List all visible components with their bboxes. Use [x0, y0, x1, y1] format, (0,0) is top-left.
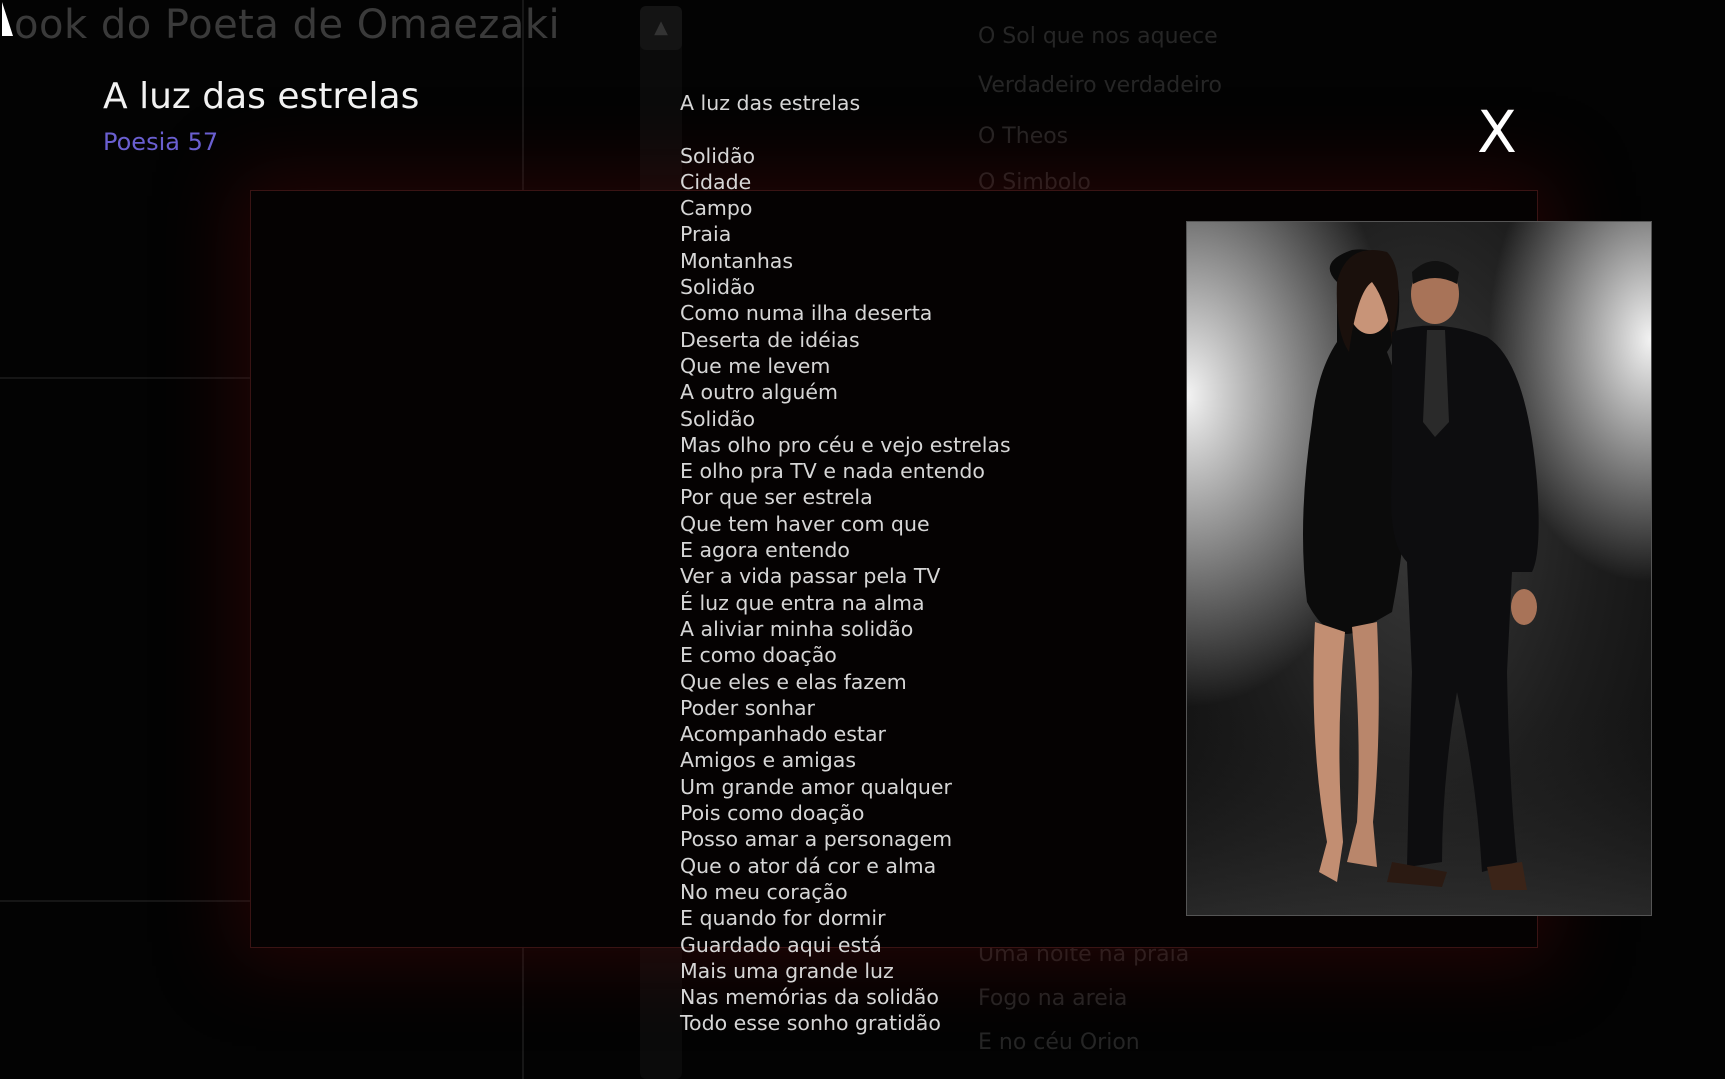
poem-line: No meu coração	[680, 879, 848, 904]
poem-line: Amigos e amigas	[680, 748, 857, 773]
poem-line: Solidão	[680, 406, 756, 431]
poem-line: É luz que entra na alma	[680, 590, 925, 615]
poem-line: Pois como doação	[680, 801, 865, 826]
poem-line: Praia	[680, 222, 732, 247]
poem-heading: A luz das estrelas	[680, 91, 861, 115]
poem-line: E olho pra TV e nada entendo	[680, 459, 985, 484]
photo-illustration	[1187, 222, 1651, 915]
background-link[interactable]: O Sol que nos aquece	[978, 24, 1218, 49]
poem-line: Solidão	[680, 143, 756, 168]
poem-line: Deserta de idéias	[680, 327, 860, 352]
poem-line: Como numa ilha deserta	[680, 301, 933, 326]
mouse-cursor-icon	[2, 2, 24, 36]
site-title: ook do Poeta de Omaezaki	[14, 2, 561, 48]
poem-text: A luz das estrelas Solidão Cidade Campo …	[680, 90, 1011, 1037]
poem-line: Todo esse sonho gratidão	[680, 1011, 941, 1036]
poem-line: Nas memórias da solidão	[680, 985, 939, 1010]
poem-line: Montanhas	[680, 248, 794, 273]
poem-line: Que me levem	[680, 353, 831, 378]
poem-line: Cidade	[680, 169, 752, 194]
poem-line: Posso amar a personagem	[680, 827, 953, 852]
divider	[0, 377, 250, 379]
poem-spacer	[680, 116, 1011, 142]
close-button[interactable]: X	[1462, 94, 1532, 170]
divider	[0, 900, 250, 902]
couple-photo	[1186, 221, 1652, 916]
poem-line: Por que ser estrela	[680, 485, 873, 510]
scroll-up-arrow-icon[interactable]: ▲	[640, 6, 682, 50]
popup-subtitle: Poesia 57	[103, 128, 219, 156]
poem-line: Que tem haver com que	[680, 511, 930, 536]
poem-line: E agora entendo	[680, 538, 850, 563]
poem-line: Solidão	[680, 275, 756, 300]
poem-line: Campo	[680, 196, 753, 221]
poem-line: Que o ator dá cor e alma	[680, 853, 937, 878]
poem-line: Mais uma grande luz	[680, 958, 894, 983]
background-link[interactable]: Verdadeiro verdadeiro	[978, 73, 1222, 98]
poem-line: A outro alguém	[680, 380, 838, 405]
poem-line: Poder sonhar	[680, 695, 815, 720]
poem-line: E quando for dormir	[680, 906, 886, 931]
poem-line: E como doação	[680, 643, 837, 668]
poem-line: Mas olho pro céu e vejo estrelas	[680, 432, 1011, 457]
poem-line: Ver a vida passar pela TV	[680, 564, 941, 589]
poem-line: A aliviar minha solidão	[680, 616, 914, 641]
poem-line: Um grande amor qualquer	[680, 774, 952, 799]
poem-line: Que eles e elas fazem	[680, 669, 907, 694]
popup-title: A luz das estrelas	[103, 76, 420, 117]
poem-line: Acompanhado estar	[680, 722, 886, 747]
poem-line: Guardado aqui está	[680, 932, 882, 957]
